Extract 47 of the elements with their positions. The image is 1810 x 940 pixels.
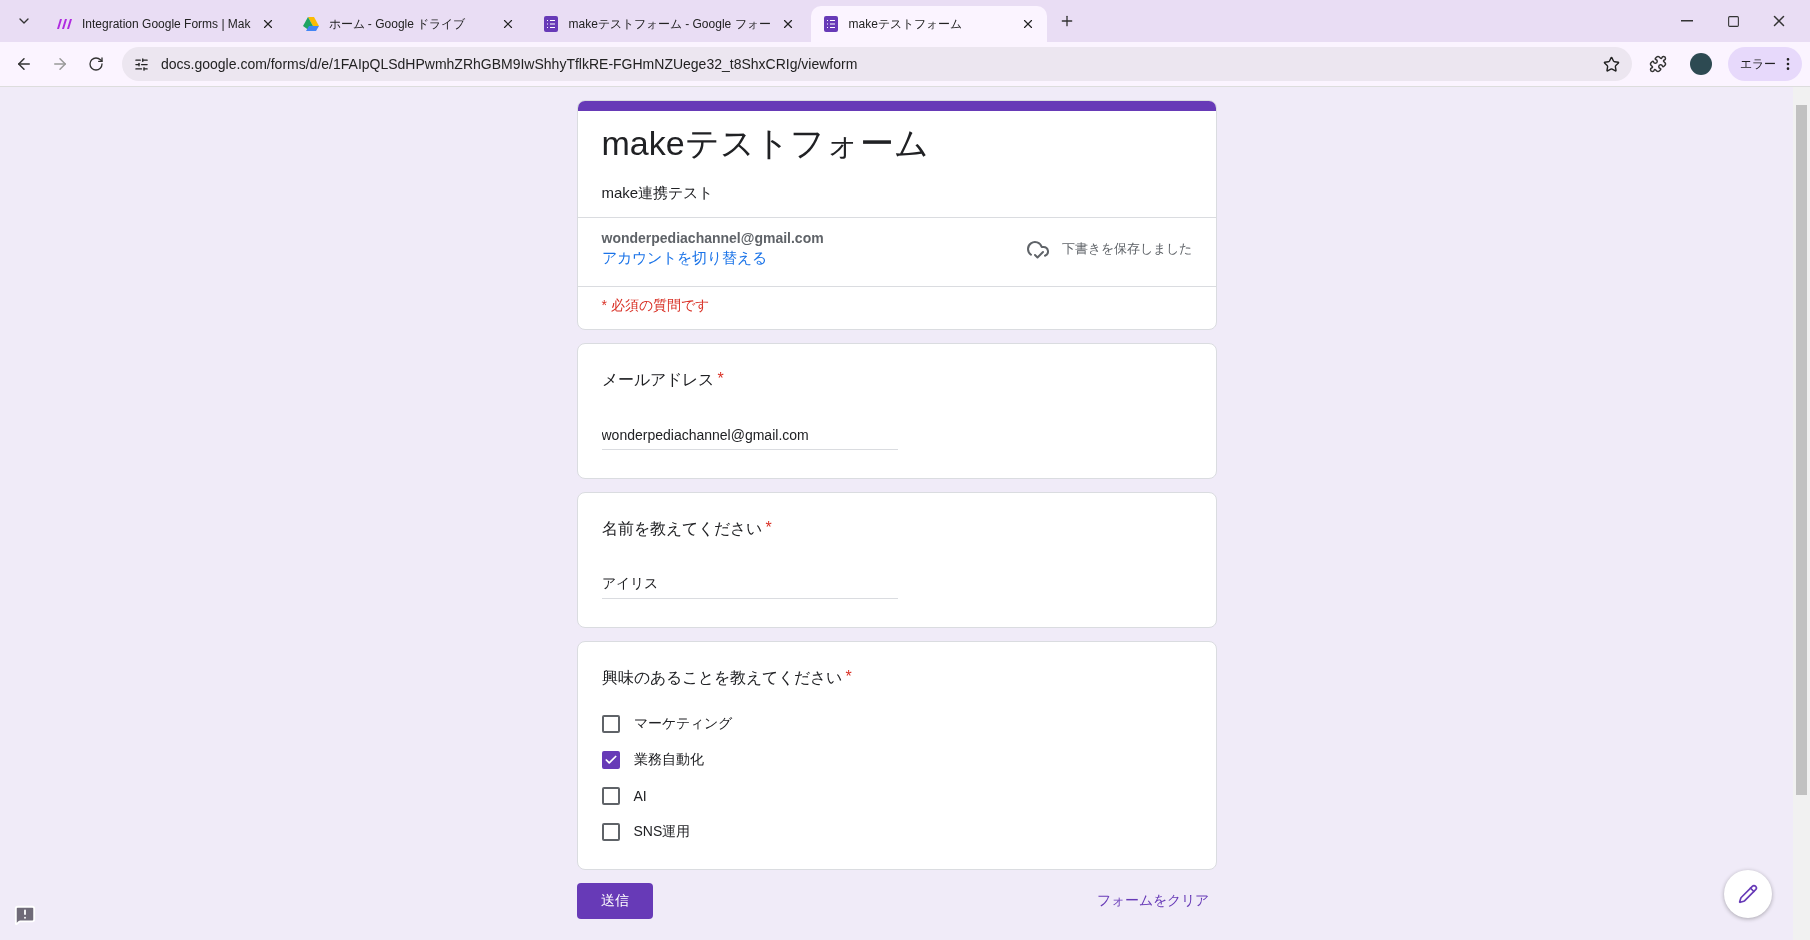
clear-form-button[interactable]: フォームをクリア (1088, 884, 1217, 918)
scrollbar[interactable] (1793, 87, 1810, 940)
browser-tab[interactable]: makeテストフォーム (810, 6, 1047, 42)
checkbox[interactable] (601, 751, 620, 769)
checkbox[interactable] (601, 823, 620, 841)
report-icon[interactable] (14, 904, 36, 926)
edit-button[interactable] (1724, 870, 1772, 918)
draft-saved-status: 下書きを保存しました (1061, 240, 1192, 258)
switch-account-link[interactable]: アカウントを切り替える (601, 249, 767, 268)
puzzle-icon (1649, 55, 1667, 73)
form-description: make連携テスト (601, 184, 715, 203)
option-label: SNS運用 (633, 823, 691, 841)
required-note: * 必須の質問です (601, 297, 709, 315)
checkmark-icon (603, 753, 618, 767)
required-asterisk: * (765, 519, 772, 538)
reload-icon (88, 56, 104, 72)
form-title: makeテストフォーム (601, 123, 930, 164)
required-asterisk: * (845, 668, 852, 687)
address-bar[interactable]: docs.google.com/forms/d/e/1FAIpQLSdHPwmhZRhGBM9IwShhyTflkRE-FGHmNZUege32_t8ShxCRIg/viewform (122, 47, 1632, 81)
browser-tab[interactable]: Integration Google Forms | Mak (44, 6, 287, 42)
checkbox[interactable] (601, 787, 620, 805)
answer-field[interactable]: wonderpediachannel@gmail.com (601, 423, 898, 450)
submit-button[interactable]: 送信 (576, 883, 653, 919)
form-icon (823, 16, 838, 32)
browser-tab[interactable]: ホーム - Google ドライブ (290, 6, 527, 42)
required-asterisk: * (717, 370, 724, 389)
triangle-logo-icon (302, 17, 319, 31)
account-email: wonderpediachannel@gmail.com (601, 230, 825, 246)
site-settings-icon[interactable] (134, 56, 149, 72)
pencil-icon (1738, 884, 1758, 904)
option-label: AI (633, 788, 647, 804)
profile-button[interactable]: エラー (1728, 47, 1802, 81)
maximize-icon (1726, 14, 1740, 28)
m-logo-icon (56, 18, 72, 30)
option-label: 業務自動化 (633, 751, 704, 769)
minimize-icon (1681, 20, 1693, 22)
question-label: メールアドレス (601, 370, 714, 390)
bookmark-star-icon[interactable] (1603, 55, 1620, 73)
browser-tab[interactable]: makeテストフォーム - Google フォー (530, 6, 807, 42)
checkbox[interactable] (601, 715, 620, 733)
answer-field[interactable]: アイリス (601, 572, 898, 599)
profile-avatar[interactable] (1690, 53, 1712, 75)
form-icon (543, 16, 558, 32)
option-label: マーケティング (633, 715, 732, 733)
question-label: 興味のあることを教えてください (601, 668, 842, 688)
arrow-right-icon (51, 55, 69, 73)
question-label: 名前を教えてください (601, 519, 762, 539)
